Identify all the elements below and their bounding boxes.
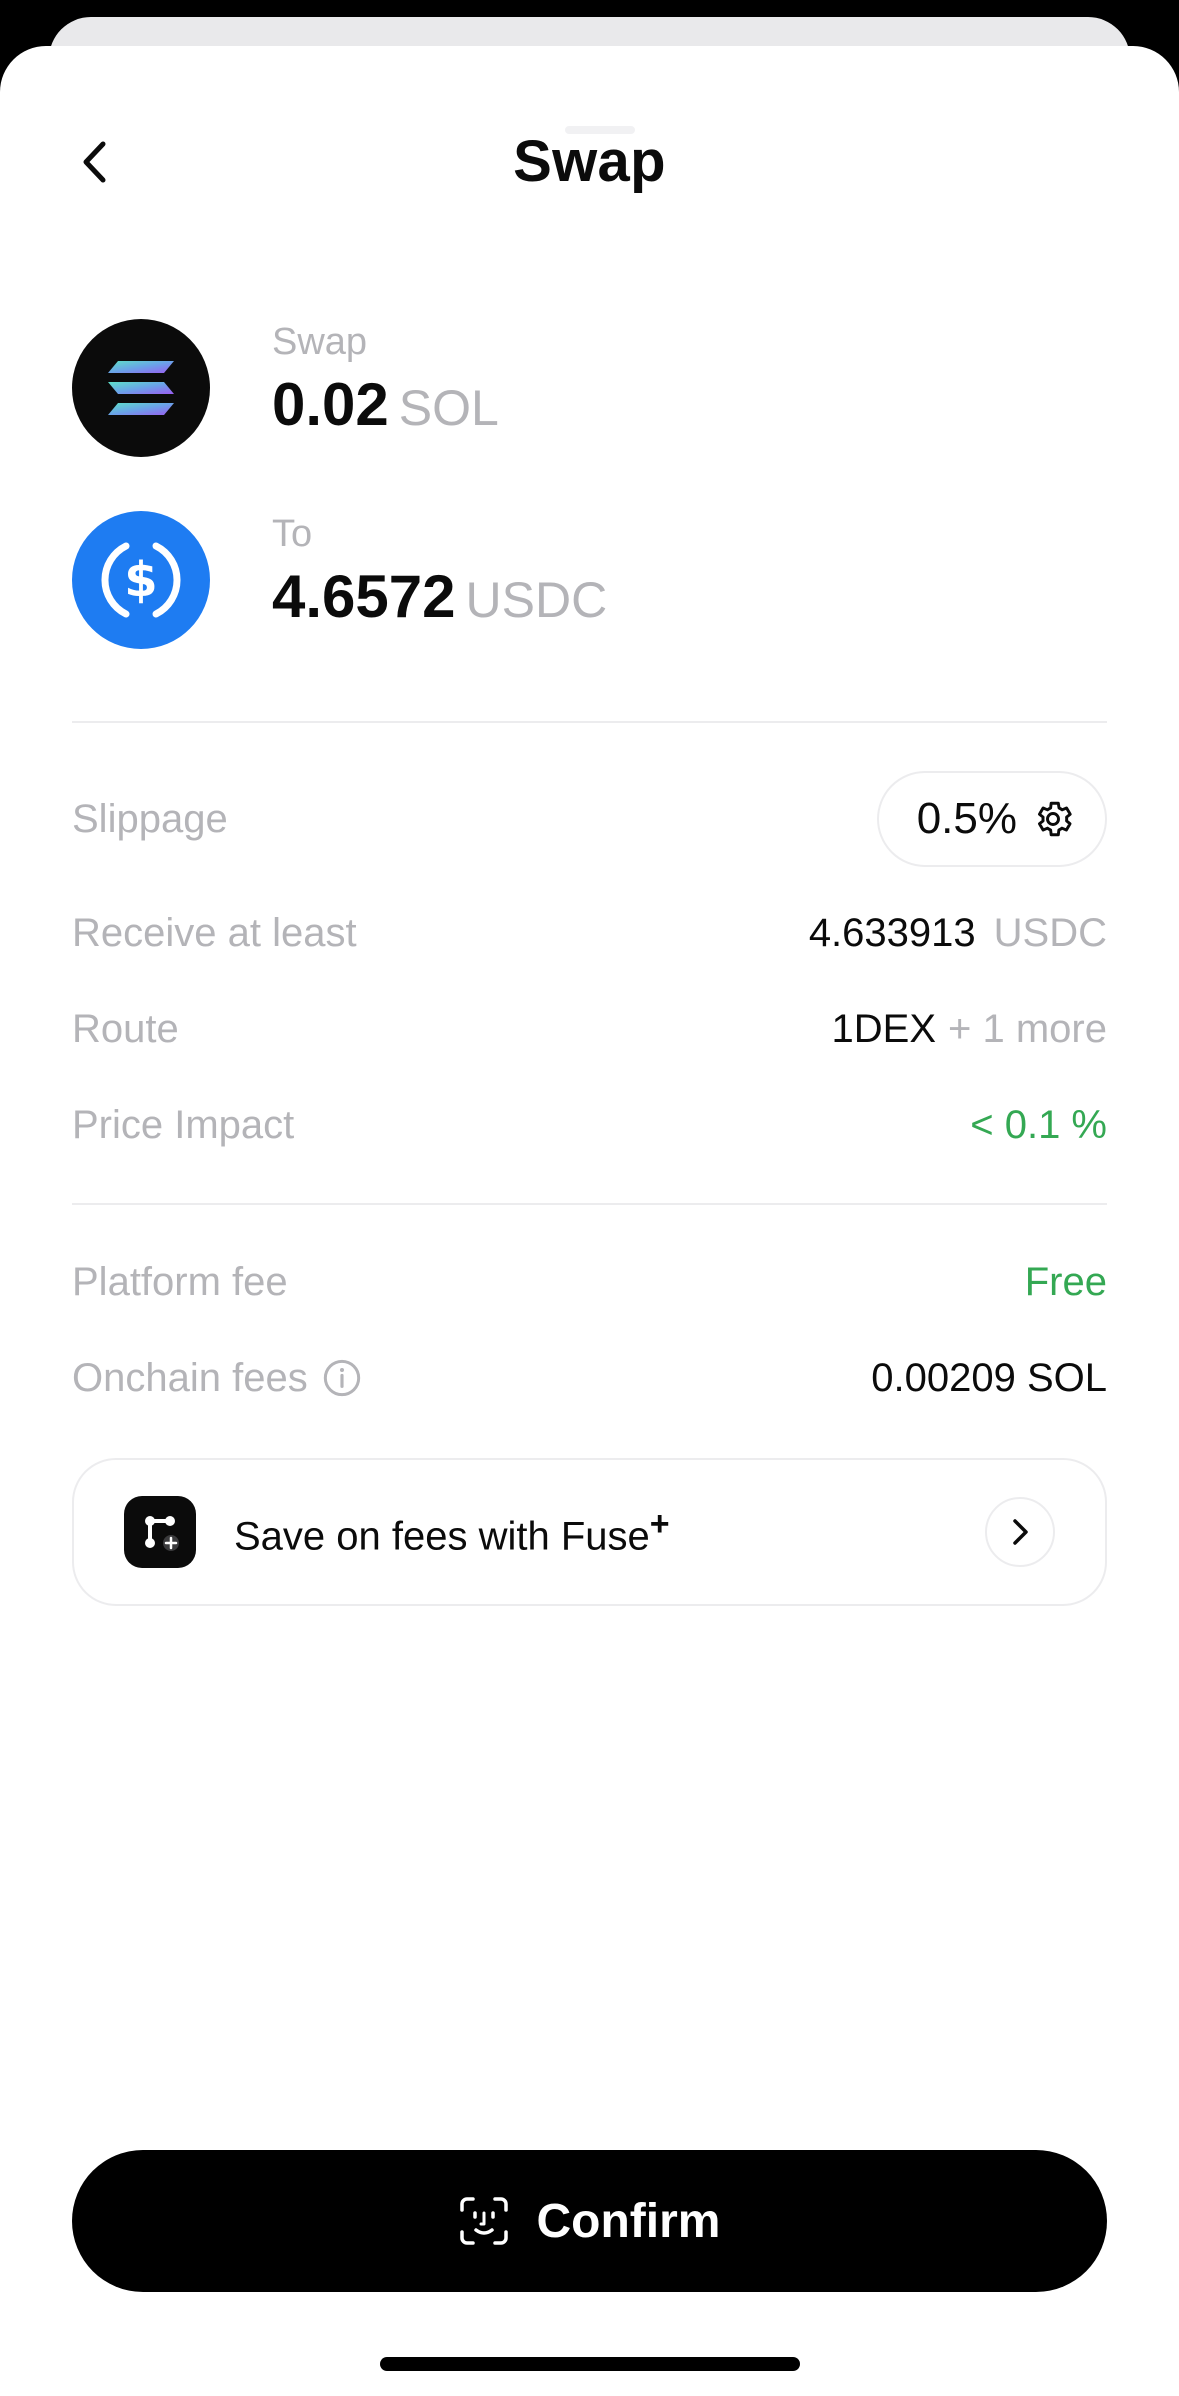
fuse-logo-icon [124,1496,196,1568]
fuse-promo-label: Save on fees with Fuse [234,1514,650,1559]
from-amount-value: 0.02 [272,371,389,438]
fuse-plus-mark: + [649,1504,670,1543]
usdc-icon: $ [72,511,210,649]
platform-fee-row: Platform fee Free [72,1252,1107,1312]
price-impact-label: Price Impact [72,1102,295,1147]
face-id-icon [459,2196,509,2246]
receive-row: Receive at least 4.633913 USDC [72,903,1107,963]
platform-fee-value: Free [1024,1259,1107,1304]
price-impact-row: Price Impact < 0.1 % [72,1095,1107,1155]
slippage-value: 0.5% [916,794,1017,843]
receive-value: 4.633913 USDC [809,911,1107,956]
from-token-row: Swap 0.02 SOL [72,319,499,457]
receive-amount: 4.633913 [808,910,976,955]
home-indicator [380,2357,800,2371]
from-amount: 0.02 SOL [272,370,499,456]
to-amount-symbol: USDC [465,572,608,628]
divider [72,1203,1107,1205]
divider [72,721,1107,723]
route-dex: 1DEX [831,1006,937,1051]
chevron-right-icon[interactable] [985,1497,1055,1567]
slippage-button[interactable]: 0.5% [876,771,1107,867]
from-caption: Swap [272,321,368,363]
to-amount-value: 4.6572 [272,563,456,630]
solana-icon [72,319,210,457]
from-amount-symbol: SOL [398,380,499,436]
to-caption: To [272,513,313,555]
route-row: Route 1DEX + 1 more [72,999,1107,1059]
to-token-row: $ To 4.6572 USDC [72,511,607,649]
fuse-promo-text: Save on fees with Fuse+ [234,1505,985,1559]
receive-symbol: USDC [993,910,1107,955]
fuse-promo-card[interactable]: Save on fees with Fuse+ [72,1458,1107,1606]
svg-text:$: $ [124,552,157,608]
confirm-label: Confirm [536,2194,721,2248]
slippage-row: Slippage 0.5% [72,771,1107,867]
route-more: + 1 more [948,1006,1107,1051]
gear-icon [1031,797,1075,841]
onchain-fees-value: 0.00209 SOL [871,1355,1107,1400]
onchain-fees-label: Onchain fees [72,1356,362,1401]
slippage-label: Slippage [72,796,228,841]
onchain-fees-label-text: Onchain fees [72,1355,308,1400]
info-icon[interactable] [322,1358,362,1398]
onchain-fees-row: Onchain fees 0.00209 SOL [72,1348,1107,1408]
confirm-button[interactable]: Confirm [72,2150,1107,2292]
page-title: Swap [513,129,666,194]
price-impact-value: < 0.1 % [970,1102,1107,1147]
route-label: Route [72,1006,179,1051]
platform-fee-label: Platform fee [72,1259,288,1304]
receive-label: Receive at least [72,910,357,955]
route-value[interactable]: 1DEX + 1 more [832,1007,1107,1052]
to-amount: 4.6572 USDC [272,562,607,648]
